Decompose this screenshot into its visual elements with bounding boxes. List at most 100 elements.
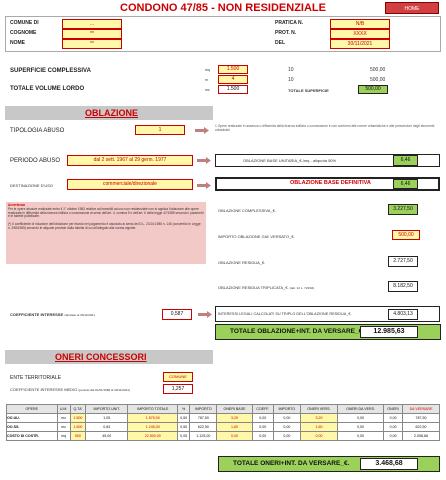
superficie-r1: 500,00 <box>370 67 386 73</box>
oneri-table-header-cell: IMPORTO <box>189 404 218 414</box>
base-unitaria-label: OBLAZIONE BASE UNITARIA_€./mq - aliquota… <box>243 158 337 163</box>
coeff-medio-value: 1,257 <box>163 384 193 394</box>
superficie-x2: 10 <box>288 77 294 83</box>
base-unitaria-value: 6,46 <box>393 155 418 166</box>
table-cell[interactable]: 1.500 <box>69 413 87 423</box>
table-cell: COSTO DI COSTR. <box>6 431 58 441</box>
table-cell: 0,00 <box>337 431 385 441</box>
interessi-label: INTERESSI LEGALI CALCOLATI SU TRIPLO DEL… <box>218 312 352 316</box>
oneri-table-header-cell: COEFF. <box>251 404 274 414</box>
table-cell[interactable]: 500 <box>69 431 87 441</box>
table-cell: 0,00 <box>251 431 274 441</box>
table-cell[interactable]: 1.245,00 <box>127 422 178 432</box>
table-cell: 787,50 <box>402 413 440 423</box>
home-button[interactable]: HOME <box>385 2 439 14</box>
table-cell: 2.058,68 <box>402 431 440 441</box>
altezza-unit: m <box>205 78 208 82</box>
coeff-interesse-value: 0,587 <box>162 309 192 320</box>
arrow-right-icon <box>198 311 212 318</box>
periodo-label: PERIODO ABUSO <box>10 158 61 164</box>
del-field[interactable]: 30/11/2021 <box>330 39 390 49</box>
coeff-medio-label: COEFFICIENTE INTERESSE MEDIO (periodo da… <box>10 387 130 392</box>
triplicata-note: (tab. 12 L. 724/94) <box>289 286 315 290</box>
tipologia-label: TIPOLOGIA ABUSO <box>10 128 65 134</box>
coeff-interesse-label: COEFFICIENTE INTERESSE calcolato al 30/1… <box>10 312 95 317</box>
superficie-label: SUPERFICIE COMPLESSIVA <box>10 68 91 74</box>
prot-field[interactable]: XXXX <box>330 29 390 39</box>
triplicata-label-text: OBLAZIONE RESIDUA TRIPLICATA_€. <box>218 285 289 290</box>
ente-field[interactable]: COMUNE <box>163 372 193 382</box>
versato-field[interactable]: 500,00 <box>392 230 420 240</box>
nome-field[interactable]: ** <box>62 39 122 49</box>
totale-oblazione-label: TOTALE OBLAZIONE+INT. DA VERSARE_€. <box>230 328 365 335</box>
cognome-field[interactable]: ** <box>62 29 122 39</box>
table-cell: mq <box>56 431 71 441</box>
oblazione-section-header: OBLAZIONE <box>5 106 213 120</box>
ente-label: ENTE TERRITORIALE <box>10 375 61 381</box>
page-title: CONDONO 47/85 - NON RESIDENZIALE <box>120 2 326 14</box>
table-cell[interactable]: 3,20 <box>216 413 253 423</box>
table-cell: 0,00 <box>251 422 274 432</box>
superficie-x1: 10 <box>288 67 294 73</box>
table-cell: OO.UU. <box>6 413 58 423</box>
oneri-table-header-cell: IMPORTO TOTALE <box>127 404 178 414</box>
altezza-field[interactable]: 4 <box>218 75 248 84</box>
oneri-table-header-cell: ONERI DA VERS. <box>337 404 385 414</box>
pratica-field[interactable]: N/B <box>330 19 390 29</box>
residua-value: 2.727,50 <box>388 256 418 267</box>
arrow-right-icon <box>197 182 211 189</box>
table-cell[interactable]: 3,20 <box>299 413 339 423</box>
table-cell[interactable]: 1.500 <box>69 422 87 432</box>
table-cell[interactable]: 1,60 <box>299 422 339 432</box>
volume-value: 1.500 <box>218 85 248 94</box>
oneri-table-header-cell: ONERI VERS. <box>299 404 339 414</box>
table-cell[interactable]: 22.500,00 <box>127 431 178 441</box>
coeff-interesse-note: calcolato al 30/11/2021 <box>64 313 95 317</box>
oblazione-section-title: OBLAZIONE <box>85 108 138 118</box>
table-cell[interactable]: 0,00 <box>216 431 253 441</box>
table-cell: 0,00 <box>251 413 274 423</box>
table-cell: 0,00 <box>337 413 385 423</box>
oneri-table-header-cell: % <box>176 404 191 414</box>
tot-superficie-label: TOTALE SUPERFICIE <box>288 88 329 93</box>
base-definitiva-value: 6,46 <box>393 179 418 189</box>
table-row: COSTO DI COSTR. mq 500 45,00 22.500,00 0,05 1.… <box>6 431 440 441</box>
destinazione-label: DESTINAZIONE D'USO <box>10 183 53 188</box>
comune-field[interactable]: … <box>62 19 122 29</box>
interessi-value: 4.803,13 <box>388 309 418 320</box>
arrow-right-icon <box>197 157 211 164</box>
table-cell: 1,05 <box>85 413 129 423</box>
table-cell[interactable]: 1,60 <box>216 422 253 432</box>
versato-label: IMPORTO OBLAZIONE GIA' VERSATO_€. <box>218 234 295 239</box>
table-row: OO.SS. mc 1.500 0,83 1.245,00 0,50 622,50 1,60 0… <box>6 422 440 432</box>
destinazione-field[interactable]: commerciale/direzionale <box>67 179 193 190</box>
triplicata-value: 8.182,50 <box>388 281 418 292</box>
table-cell: 0,05 <box>176 431 191 441</box>
tipologia-field[interactable]: 1 <box>135 125 185 135</box>
del-label: DEL <box>275 40 285 46</box>
table-cell: 45,00 <box>85 431 129 441</box>
avvertenza-box: Avvertenza Per le opere abusive realizza… <box>6 202 206 264</box>
totale-oneri-value: 3.468,68 <box>360 458 418 470</box>
comune-label: COMUNE DI <box>10 20 39 26</box>
table-cell: 787,50 <box>189 413 218 423</box>
table-row: OO.UU. mc 1.500 1,05 1.575,00 0,50 787,50 3,20 0… <box>6 413 440 423</box>
table-cell: 0,83 <box>85 422 129 432</box>
oneri-table: OPERE U.M. Q.TA' IMPORTO UNIT. IMPORTO TOTAL… <box>6 404 440 446</box>
table-cell: 0,00 <box>383 422 404 432</box>
table-cell: 0,00 <box>383 431 404 441</box>
triplicata-label: OBLAZIONE RESIDUA TRIPLICATA_€. (tab. 12… <box>218 285 314 290</box>
avvertenza-text-2: (*) Il coefficiente di riduzione dell'ob… <box>8 222 201 230</box>
superficie-field[interactable]: 1.500 <box>218 65 248 74</box>
base-definitiva-label: OBLAZIONE BASE DEFINITIVA <box>290 180 371 186</box>
cognome-label: COGNOME <box>10 30 37 36</box>
complessiva-value: 3.227,50 <box>388 204 418 215</box>
avvertenza-text-1: Per le opere abusive realizzate entro il… <box>8 206 204 219</box>
coeff-interesse-label-text: COEFFICIENTE INTERESSE <box>10 312 64 317</box>
table-cell[interactable]: 0,00 <box>299 431 339 441</box>
periodo-field[interactable]: dal 2 sett. 1967 al 29 genn. 1977 <box>67 155 193 166</box>
oneri-table-header-cell: Q.TA' <box>69 404 87 414</box>
table-cell[interactable]: 1.575,00 <box>127 413 178 423</box>
table-cell: mc <box>56 413 71 423</box>
table-cell: mc <box>56 422 71 432</box>
